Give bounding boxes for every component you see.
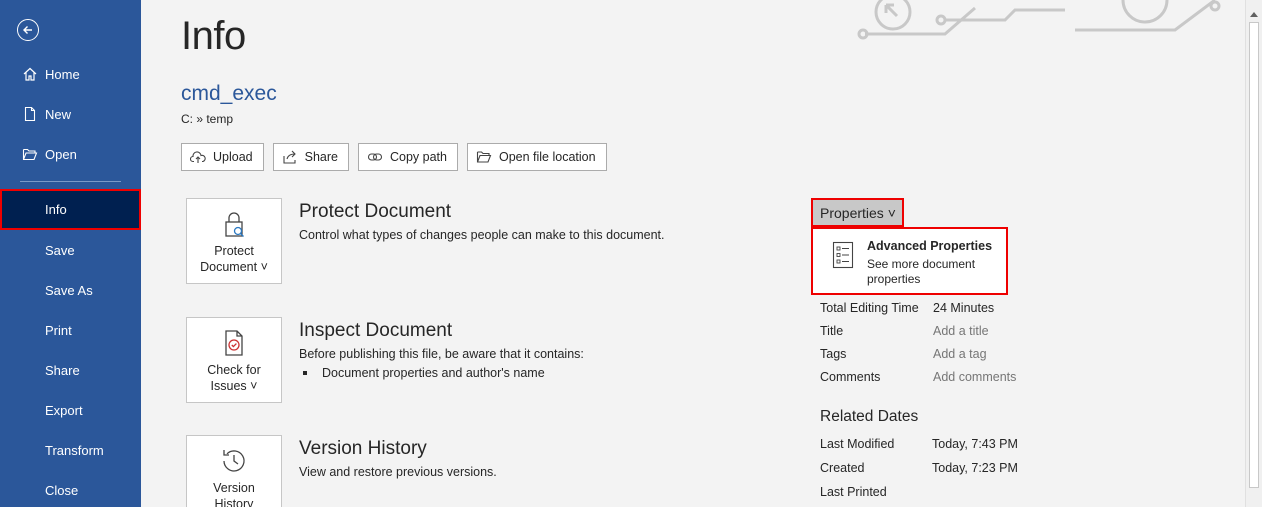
property-key: Title xyxy=(820,324,844,338)
section-description: View and restore previous versions. xyxy=(299,465,497,479)
nav-label: Transform xyxy=(45,442,104,458)
upload-icon xyxy=(190,151,206,163)
nav-divider xyxy=(20,181,121,182)
check-for-issues-button[interactable]: Check for Issues ˅ xyxy=(186,317,282,403)
section-title: Inspect Document xyxy=(299,320,453,341)
folder-open-icon xyxy=(20,144,40,164)
backstage-sidebar: Home New Open Info Save Save As Print Sh… xyxy=(0,0,141,507)
nav-label: Save As xyxy=(45,282,93,298)
advanced-properties-title: Advanced Properties xyxy=(867,239,993,253)
property-value: 24 Minutes xyxy=(933,301,995,315)
nav-export[interactable]: Export xyxy=(0,390,141,430)
share-icon xyxy=(283,150,296,164)
section-description: Before publishing this file, be aware th… xyxy=(299,347,584,361)
upload-button[interactable]: Upload xyxy=(181,143,264,171)
upload-label: Upload xyxy=(213,150,253,164)
nav-label: Info xyxy=(45,202,67,217)
tile-label-line1: Protect xyxy=(214,244,254,258)
property-key: Total Editing Time xyxy=(820,301,919,315)
nav-label: Save xyxy=(45,242,75,258)
link-icon xyxy=(367,153,383,161)
property-row: Title Add a title xyxy=(820,324,1120,342)
section-title: Version History xyxy=(299,438,427,459)
nav-label: Export xyxy=(45,402,83,418)
bullet-text: Document properties and author's name xyxy=(322,366,545,380)
document-actions: Upload Share Copy path Open file locatio… xyxy=(181,143,607,171)
nav-label: Share xyxy=(45,362,80,378)
section-title: Protect Document xyxy=(299,201,452,222)
property-row: Total Editing Time 24 Minutes xyxy=(820,301,1120,319)
nav-label: Open xyxy=(45,146,77,162)
open-file-location-button[interactable]: Open file location xyxy=(466,143,607,171)
nav-new[interactable]: New xyxy=(0,94,141,134)
circuit-decoration xyxy=(857,0,1221,40)
property-key: Comments xyxy=(820,370,881,384)
share-label: Share xyxy=(304,150,338,164)
tile-label-line2: Document ˅ xyxy=(200,260,268,274)
nav-label: Print xyxy=(45,322,72,338)
date-row: Last Printed xyxy=(820,485,1120,503)
related-dates-heading: Related Dates xyxy=(820,408,919,425)
date-value: Today, 7:43 PM xyxy=(932,437,1018,451)
date-row: Last Modified Today, 7:43 PM xyxy=(820,437,1120,455)
bullet-dot xyxy=(303,371,307,375)
protect-document-button[interactable]: Protect Document ˅ xyxy=(186,198,282,284)
tile-label-line1: Version xyxy=(213,481,255,495)
date-key: Created xyxy=(820,461,865,475)
section-description: Control what types of changes people can… xyxy=(299,228,665,242)
nav-save[interactable]: Save xyxy=(0,230,141,270)
folder-icon xyxy=(476,151,492,163)
advanced-properties-menu-item[interactable]: Advanced Properties See more document pr… xyxy=(811,227,1008,295)
tile-label-line2: History xyxy=(214,497,254,507)
document-path[interactable]: C: » temp xyxy=(181,112,233,126)
nav-label: Home xyxy=(45,66,80,82)
property-row: Tags Add a tag xyxy=(820,347,1120,365)
properties-list-icon xyxy=(832,241,854,269)
info-page: Info cmd_exec C: » temp Upload Share Cop… xyxy=(141,0,1245,507)
history-clock-icon xyxy=(223,450,245,472)
nav-print[interactable]: Print xyxy=(0,310,141,350)
comments-field[interactable]: Add comments xyxy=(933,370,1016,384)
back-arrow-icon[interactable] xyxy=(17,19,39,41)
scroll-up-arrow-icon[interactable] xyxy=(1246,8,1262,20)
new-document-icon xyxy=(20,104,40,124)
scroll-thumb[interactable] xyxy=(1249,22,1259,488)
nav-info[interactable]: Info xyxy=(0,189,141,230)
copy-path-label: Copy path xyxy=(389,150,447,164)
open-file-location-label: Open file location xyxy=(498,150,596,164)
property-key: Tags xyxy=(820,347,847,361)
title-field[interactable]: Add a title xyxy=(933,324,989,338)
tile-label-line2: Issues ˅ xyxy=(210,379,258,393)
date-value: Today, 7:23 PM xyxy=(932,461,1018,475)
share-button[interactable]: Share xyxy=(272,143,349,171)
inspect-bullet: Document properties and author's name xyxy=(303,366,545,380)
nav-close[interactable]: Close xyxy=(0,470,141,507)
nav-transform[interactable]: Transform xyxy=(0,430,141,470)
nav-open[interactable]: Open xyxy=(0,134,141,174)
nav-home[interactable]: Home xyxy=(0,54,141,94)
nav-label: Close xyxy=(45,482,79,498)
nav-share[interactable]: Share xyxy=(0,350,141,390)
date-row: Created Today, 7:23 PM xyxy=(820,461,1120,479)
date-key: Last Modified xyxy=(820,437,895,451)
tags-field[interactable]: Add a tag xyxy=(933,347,987,361)
version-history-button[interactable]: Version History xyxy=(186,435,282,507)
nav-save-as[interactable]: Save As xyxy=(0,270,141,310)
inspect-document-icon xyxy=(225,330,243,356)
date-key: Last Printed xyxy=(820,485,887,499)
page-title: Info xyxy=(181,14,246,58)
properties-label: Properties ˅ xyxy=(820,204,896,221)
copy-path-button[interactable]: Copy path xyxy=(357,143,458,171)
nav-label: New xyxy=(45,106,72,122)
tile-label-line1: Check for xyxy=(207,363,261,377)
properties-dropdown-button[interactable]: Properties ˅ xyxy=(811,198,904,227)
vertical-scrollbar[interactable] xyxy=(1245,0,1262,507)
home-icon xyxy=(20,64,40,84)
document-name: cmd_exec xyxy=(181,82,277,105)
advanced-properties-description: See more document properties xyxy=(867,257,976,286)
lock-icon xyxy=(225,212,244,237)
property-row: Comments Add comments xyxy=(820,370,1120,388)
